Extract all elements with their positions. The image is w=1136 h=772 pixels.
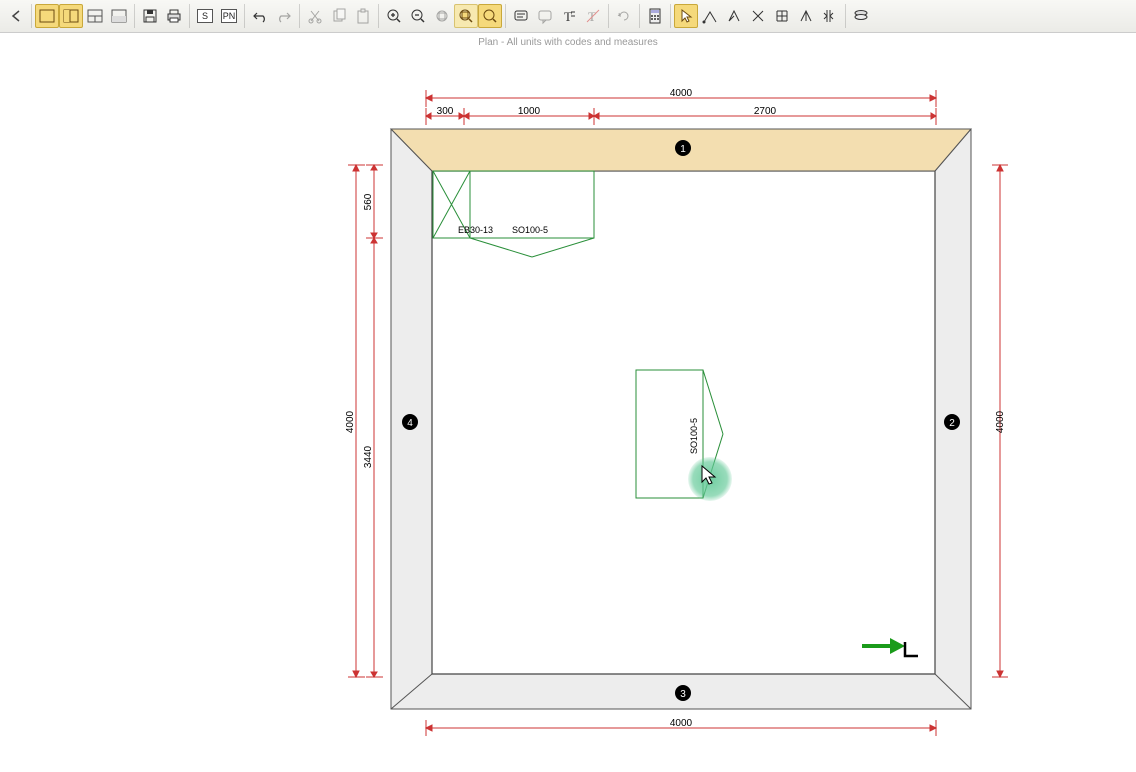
svg-text:2700: 2700 (754, 106, 777, 117)
redo-button[interactable] (272, 4, 296, 28)
note-button[interactable] (509, 4, 533, 28)
svg-text:4000: 4000 (670, 718, 693, 729)
dim-top-segments (426, 108, 936, 125)
unit-so100-5-center-label: SO100-5 (689, 418, 699, 454)
plan-view-button[interactable] (35, 4, 59, 28)
s-mode-button[interactable]: S (193, 4, 217, 28)
svg-text:300: 300 (437, 106, 454, 117)
svg-text:3: 3 (680, 689, 686, 700)
drawing-svg: 1 2 3 4 4000 300 1000 2700 4000 (0, 52, 1136, 772)
plan-canvas[interactable]: 1 2 3 4 4000 300 1000 2700 4000 (0, 52, 1136, 772)
main-toolbar: S PN T T (0, 0, 1136, 33)
zoom-selection-button[interactable] (478, 4, 502, 28)
dim-top-overall-label: 4000 (670, 88, 693, 99)
zoom-in-button[interactable] (382, 4, 406, 28)
svg-text:2: 2 (949, 418, 955, 429)
select-tool-button[interactable] (674, 4, 698, 28)
snap-intersect-button[interactable] (746, 4, 770, 28)
snap-midpoint-button[interactable] (722, 4, 746, 28)
svg-text:560: 560 (363, 193, 374, 210)
zoom-out-button[interactable] (406, 4, 430, 28)
svg-text:4: 4 (407, 418, 413, 429)
calculator-button[interactable] (643, 4, 667, 28)
side-view-a-button[interactable] (83, 4, 107, 28)
snap-perpendicular-button[interactable] (794, 4, 818, 28)
back-button[interactable] (4, 4, 28, 28)
text-tool-button[interactable]: T (557, 4, 581, 28)
snap-tangent-button[interactable] (818, 4, 842, 28)
unit-eb30-13-label: EB30-13 (458, 225, 493, 235)
dim-left-segments (366, 165, 383, 677)
pn-mode-button[interactable]: PN (217, 4, 241, 28)
save-button[interactable] (138, 4, 162, 28)
zoom-fit-button[interactable] (430, 4, 454, 28)
unit-so100-5-top-label: SO100-5 (512, 225, 548, 235)
view-subtitle: Plan - All units with codes and measures (0, 33, 1136, 52)
svg-text:T: T (564, 9, 572, 24)
cut-button[interactable] (303, 4, 327, 28)
grid-button[interactable] (770, 4, 794, 28)
front-view-button[interactable] (59, 4, 83, 28)
text-hide-button[interactable]: T (581, 4, 605, 28)
zoom-area-button[interactable] (454, 4, 478, 28)
inner-room (432, 171, 935, 674)
svg-text:4000: 4000 (995, 410, 1006, 433)
layers-button[interactable] (849, 4, 873, 28)
print-button[interactable] (162, 4, 186, 28)
side-view-b-button[interactable] (107, 4, 131, 28)
snap-endpoint-button[interactable] (698, 4, 722, 28)
svg-text:1: 1 (680, 144, 686, 155)
comment-button[interactable] (533, 4, 557, 28)
svg-text:1000: 1000 (518, 106, 541, 117)
paste-button[interactable] (351, 4, 375, 28)
svg-text:4000: 4000 (345, 410, 356, 433)
copy-button[interactable] (327, 4, 351, 28)
svg-text:3440: 3440 (363, 445, 374, 468)
undo-button[interactable] (248, 4, 272, 28)
refresh-button[interactable] (612, 4, 636, 28)
